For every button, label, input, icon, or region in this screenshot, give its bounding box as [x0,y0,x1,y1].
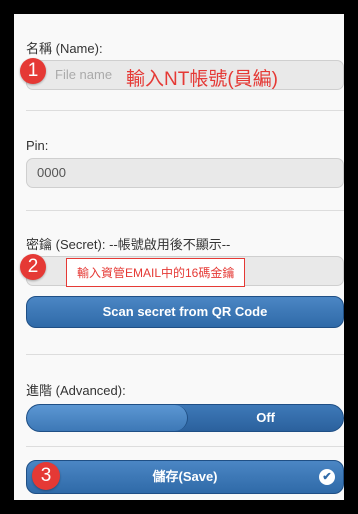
save-label: 儲存(Save) [152,469,218,484]
check-icon: ✔ [319,469,335,485]
pin-label: Pin: [26,138,49,153]
annotation-badge-2: 2 [20,254,46,280]
divider [26,354,344,355]
divider [26,446,344,447]
toggle-knob[interactable] [27,405,188,431]
divider [26,110,344,111]
name-label: 名稱 (Name): [26,41,103,56]
save-button[interactable]: 儲存(Save) ✔ [26,460,344,494]
form-panel: 名稱 (Name): File name 1 輸入NT帳號(員編) Pin: 0… [14,14,344,500]
name-annotation: 輸入NT帳號(員編) [126,69,278,90]
divider [26,210,344,211]
toggle-state: Off [256,410,275,425]
secret-annotation: 輸入資管EMAIL中的16碼金鑰 [66,258,246,287]
advanced-label: 進階 (Advanced): [26,383,126,398]
secret-label: 密鑰 (Secret): --帳號啟用後不顯示-- [26,237,231,252]
annotation-badge-3: 3 [32,462,60,490]
pin-input[interactable]: 0000 [26,158,344,188]
name-placeholder: File name [55,67,113,82]
advanced-toggle[interactable]: Off [26,404,344,432]
annotation-badge-1: 1 [20,58,46,84]
scan-qr-button[interactable]: Scan secret from QR Code [26,296,344,328]
